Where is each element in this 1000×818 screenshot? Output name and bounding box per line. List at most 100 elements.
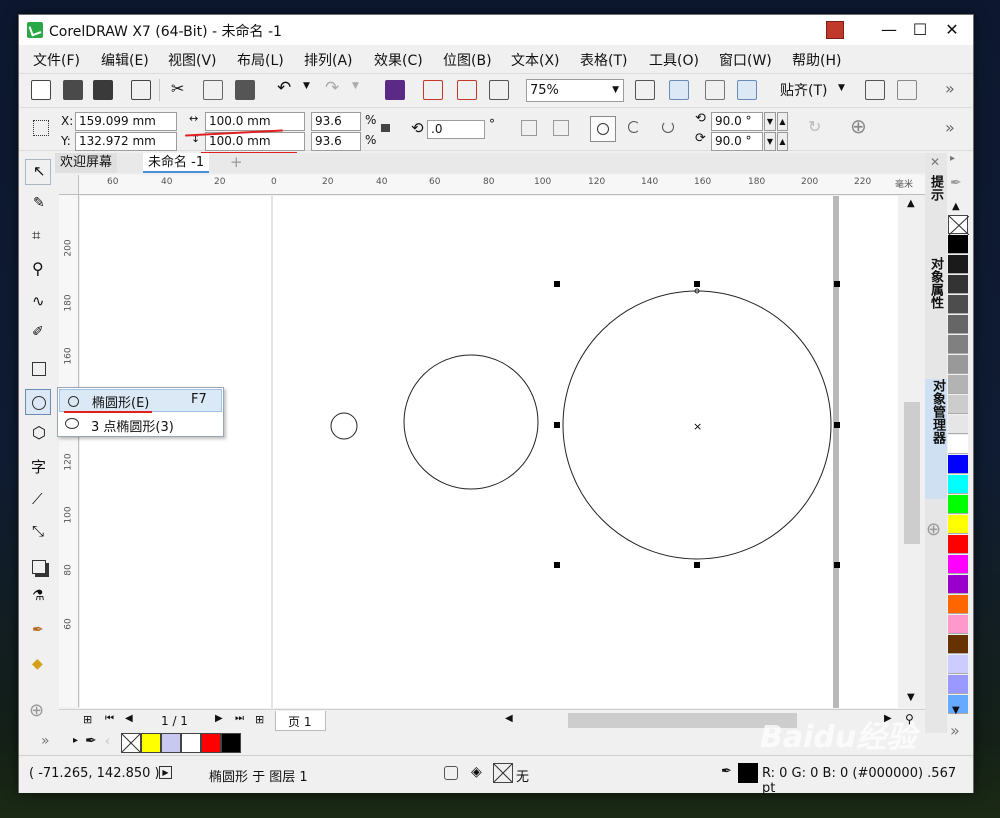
user-account-icon[interactable] <box>826 21 844 39</box>
show-guidelines-icon[interactable] <box>737 80 757 100</box>
snap-dropdown-icon[interactable]: ▼ <box>838 83 845 93</box>
reference-point-icon[interactable] <box>33 120 49 136</box>
tab-welcome-screen[interactable]: 欢迎屏幕 <box>55 153 118 173</box>
next-page-icon[interactable]: ▶ <box>215 713 223 724</box>
scale-height-field[interactable]: 93.6 <box>311 132 361 151</box>
paste-icon[interactable] <box>235 80 255 100</box>
zoom-tool[interactable]: ⚲ <box>25 257 51 283</box>
palette-swatch[interactable] <box>948 435 968 454</box>
menu-item-3-point-ellipse[interactable]: 3 点椭圆形(3) <box>59 413 222 436</box>
swatch-yellow[interactable] <box>141 733 161 753</box>
palette-swatch[interactable] <box>948 275 968 294</box>
add-docker-icon[interactable]: ⊕ <box>926 519 941 540</box>
pick-tool[interactable]: ↖ <box>25 159 51 185</box>
vertical-scroll-thumb[interactable] <box>904 402 920 544</box>
undo-dropdown-icon[interactable]: ▼ <box>303 81 310 91</box>
fill-none-swatch[interactable] <box>493 763 513 783</box>
palette-swatch[interactable] <box>948 475 968 494</box>
scroll-down-icon[interactable]: ▼ <box>907 692 915 703</box>
freehand-tool[interactable]: ∿ <box>25 289 51 315</box>
parallel-dimension-tool[interactable]: ⟋ <box>25 487 51 513</box>
first-page-icon[interactable]: ⏮ <box>105 713 114 724</box>
arc-mode-icon[interactable] <box>662 121 674 133</box>
show-grid-icon[interactable] <box>705 80 725 100</box>
search-content-icon[interactable] <box>385 80 405 100</box>
swatch-black[interactable] <box>221 733 241 753</box>
close-button[interactable]: ✕ <box>929 15 975 45</box>
tab-untitled-document[interactable]: 未命名 -1 <box>143 153 210 173</box>
y-position-field[interactable]: 132.972 mm <box>75 132 177 151</box>
open-folder-icon[interactable] <box>63 80 83 100</box>
status-menu-icon[interactable]: ▶ <box>159 766 172 779</box>
palette-swatch[interactable] <box>948 495 968 514</box>
palette-expand-icon[interactable]: » <box>41 733 50 749</box>
palette-swatch[interactable] <box>948 255 968 274</box>
small-circle[interactable] <box>330 412 358 440</box>
no-color-swatch[interactable] <box>121 733 141 753</box>
transparency-tool[interactable]: ⚗ <box>25 585 51 611</box>
palette-swatch[interactable] <box>948 655 968 674</box>
export-icon[interactable] <box>457 80 477 100</box>
start-angle-field[interactable]: 90.0 ° <box>711 112 763 131</box>
page-tab-1[interactable]: 页 1 <box>275 711 327 731</box>
close-docker-icon[interactable]: ✕ <box>930 155 940 169</box>
vertical-ruler[interactable]: 200 180 160 140 120 100 80 60 <box>59 195 79 707</box>
palette-menu-icon[interactable]: ▸ <box>73 735 78 746</box>
palette-swatch[interactable] <box>948 675 968 694</box>
mirror-vertical-icon[interactable] <box>553 120 569 136</box>
palette-eyedropper-icon[interactable]: ✒ <box>950 175 962 191</box>
menu-arrange[interactable]: 排列(A) <box>304 50 353 70</box>
options-icon[interactable] <box>865 80 885 100</box>
previous-page-icon[interactable]: ◀ <box>125 713 133 724</box>
application-launcher-icon[interactable] <box>897 80 917 100</box>
redo-icon[interactable]: ↷ <box>325 78 339 98</box>
add-icon[interactable]: ⊕ <box>850 114 867 138</box>
last-page-icon[interactable]: ⏭ <box>235 713 244 724</box>
palette-swatch[interactable] <box>948 535 968 554</box>
ellipse-mode-button[interactable] <box>590 116 616 142</box>
menu-effects[interactable]: 效果(C) <box>374 50 423 70</box>
show-rulers-icon[interactable] <box>669 80 689 100</box>
pie-mode-icon[interactable] <box>628 121 640 133</box>
undo-icon[interactable]: ↶ <box>277 78 291 98</box>
crop-tool[interactable]: ⌗ <box>25 223 51 249</box>
palette-swatch[interactable] <box>948 635 968 654</box>
menu-table[interactable]: 表格(T) <box>580 50 627 70</box>
end-angle-dropdown[interactable]: ▼ <box>764 132 776 151</box>
menu-view[interactable]: 视图(V) <box>168 50 217 70</box>
palette-swatch[interactable] <box>948 415 968 434</box>
lock-ratio-icon[interactable] <box>381 124 390 132</box>
height-field[interactable]: 100.0 mm <box>205 132 305 151</box>
palette-swatch[interactable] <box>948 335 968 354</box>
width-field[interactable]: 100.0 mm <box>205 112 305 131</box>
palette-swatch[interactable] <box>948 595 968 614</box>
drop-shadow-tool[interactable] <box>25 553 51 579</box>
polygon-tool[interactable]: ⬡ <box>25 421 51 447</box>
menu-window[interactable]: 窗口(W) <box>719 50 772 70</box>
x-position-field[interactable]: 159.099 mm <box>75 112 177 131</box>
scale-width-field[interactable]: 93.6 <box>311 112 361 131</box>
ellipse-tool[interactable] <box>25 389 51 415</box>
palette-swatch[interactable] <box>948 215 970 236</box>
color-palette[interactable] <box>948 215 970 715</box>
palette-swatch[interactable] <box>948 575 968 594</box>
palette-expand-icon[interactable]: » <box>950 721 960 740</box>
rotation-angle-field[interactable]: .0 <box>427 120 485 139</box>
save-icon[interactable] <box>93 80 113 100</box>
add-tab-button[interactable]: + <box>225 153 248 173</box>
start-angle-spinner[interactable]: ▲ <box>777 112 788 131</box>
swatch-lavender[interactable] <box>161 733 181 753</box>
medium-circle[interactable] <box>403 354 539 490</box>
horizontal-ruler[interactable]: 60 40 20 0 20 40 60 80 100 120 140 160 1… <box>63 175 925 195</box>
propbar-overflow[interactable]: » <box>945 118 955 137</box>
palette-swatch[interactable] <box>948 395 968 414</box>
connector-tool[interactable]: ⤡ <box>25 519 51 545</box>
vertical-scrollbar[interactable]: ▲ ▼ <box>902 196 922 708</box>
snap-to-button[interactable]: 贴齐(T) <box>780 80 827 100</box>
artistic-media-tool[interactable]: ✐ <box>25 321 51 347</box>
palette-swatch[interactable] <box>948 235 968 254</box>
color-eyedropper-tool[interactable]: ✒ <box>25 619 51 645</box>
add-page-after-icon[interactable]: ⊞ <box>255 713 264 726</box>
palette-swatch[interactable] <box>948 315 968 334</box>
rectangle-tool[interactable] <box>25 355 51 381</box>
